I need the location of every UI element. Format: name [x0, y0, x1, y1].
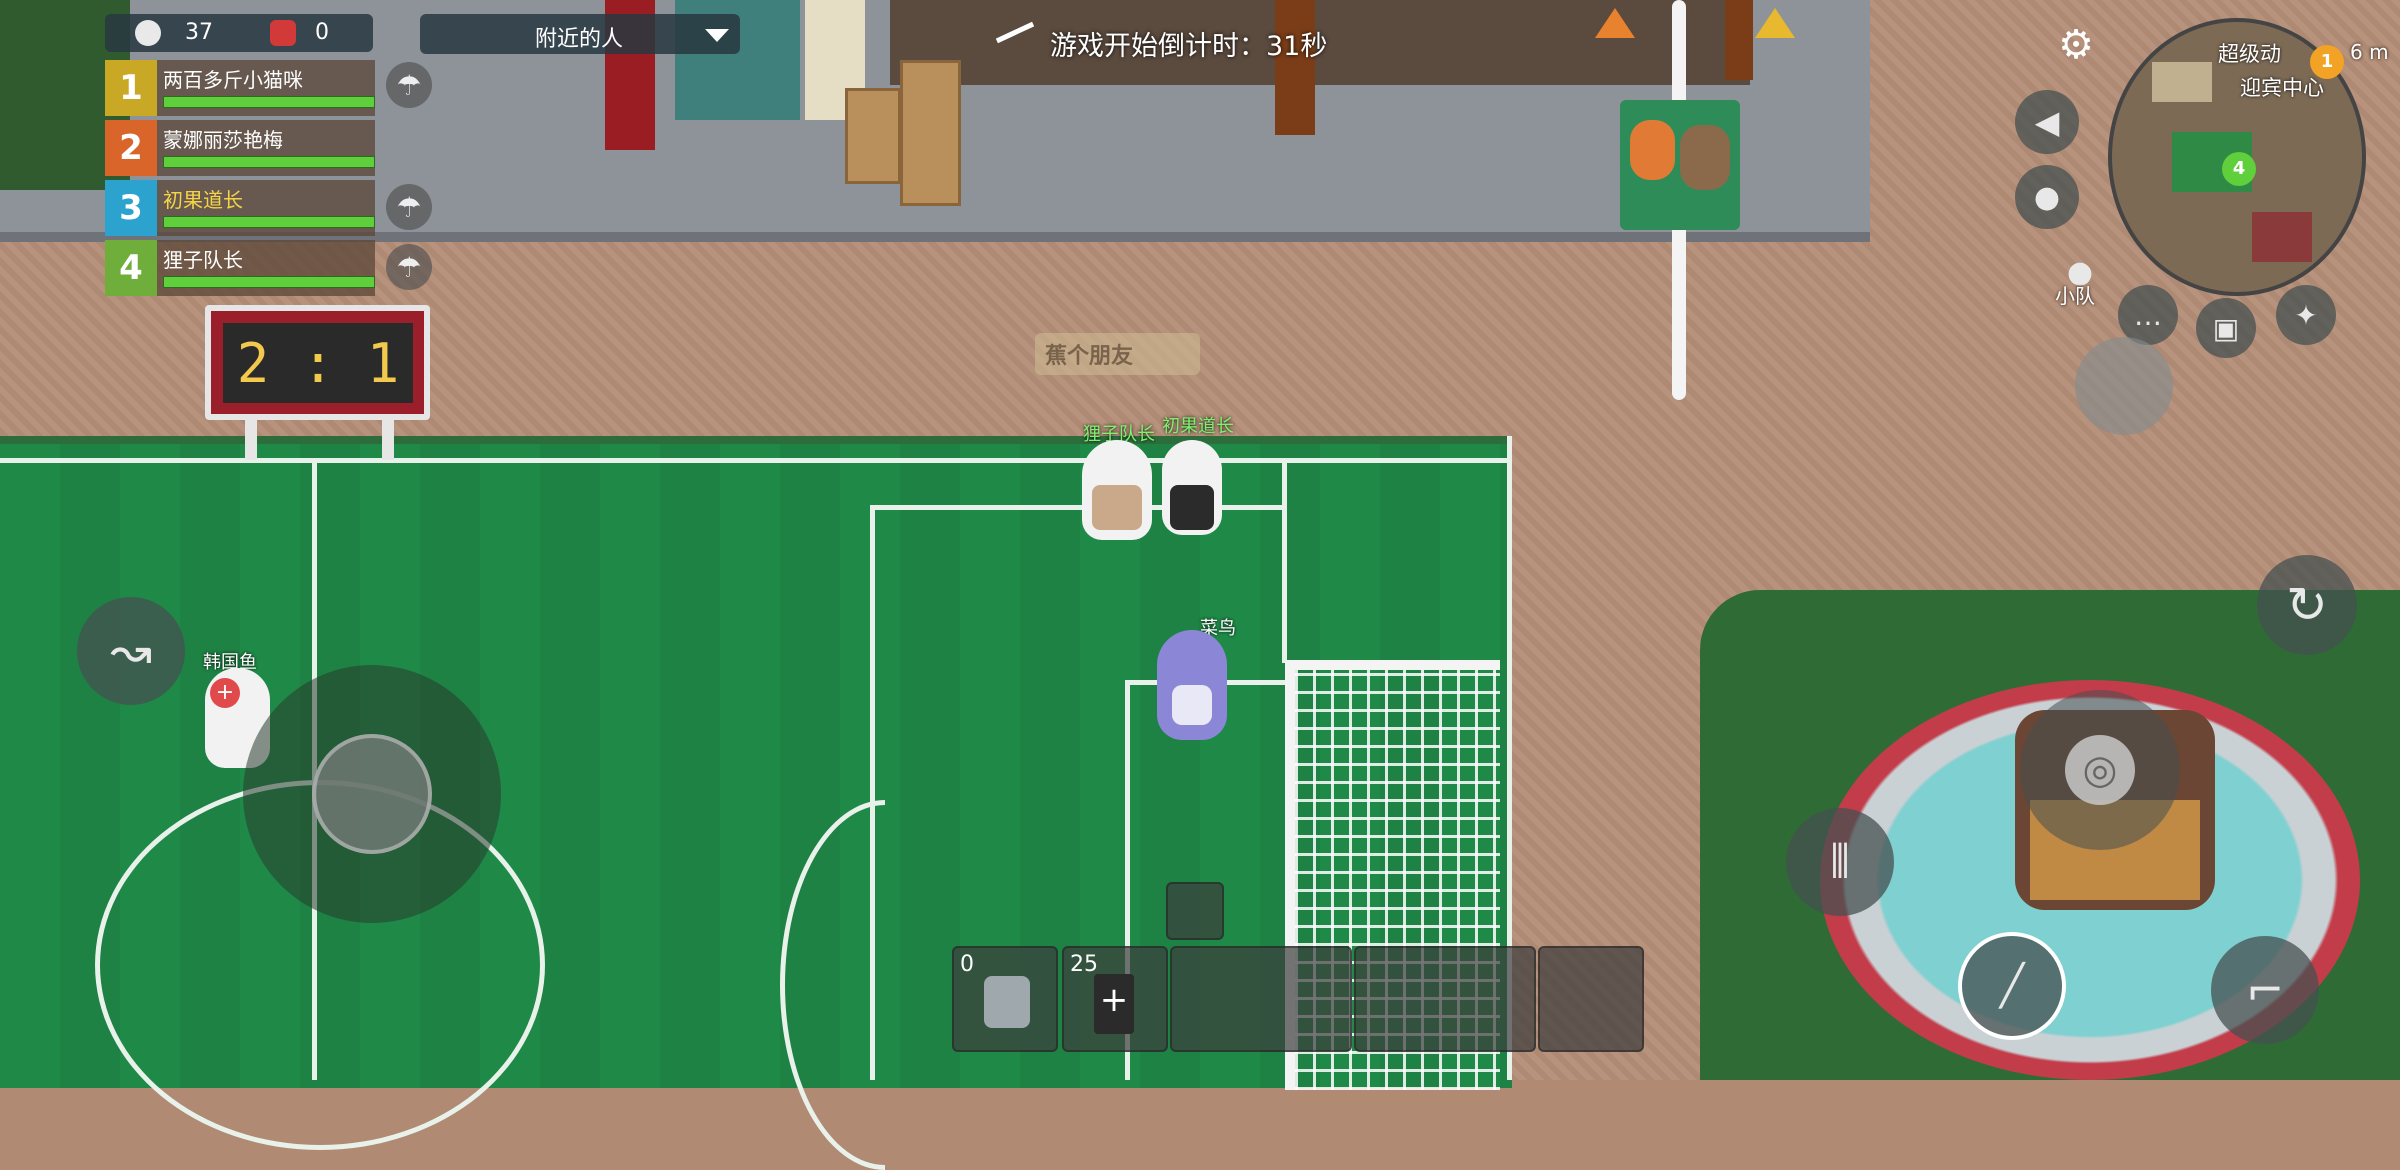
emote-button[interactable]: ✦ [2276, 285, 2336, 345]
health-bar [163, 216, 375, 228]
chat-button[interactable]: … [2118, 285, 2178, 345]
minimap-label: 超级动 [2218, 42, 2281, 66]
ammo-button[interactable]: ⦀ [1786, 808, 1894, 916]
rank-name: 初果道长 [163, 188, 243, 212]
scoreboard: 2 : 1 [205, 305, 430, 420]
speaker-button[interactable]: ◀ [2015, 90, 2079, 154]
umbrella-icon[interactable]: ☂ [386, 184, 432, 230]
skewer-icon: ╱ [1999, 963, 2025, 1009]
microphone-icon: ● [2033, 179, 2061, 215]
penalty-box-line [870, 505, 1285, 510]
item-count: 25 [1070, 952, 1098, 977]
health-bar [163, 156, 375, 168]
umbrella-icon[interactable]: ☂ [386, 244, 432, 290]
movement-joystick[interactable] [243, 665, 501, 923]
microphone-button[interactable]: ● [2015, 165, 2079, 229]
team-label: 小队 [2055, 284, 2095, 308]
crate [900, 60, 961, 206]
reload-button[interactable]: ↻ [2257, 555, 2357, 655]
item-slot-empty[interactable] [1538, 946, 1644, 1052]
rank-number: 2 [105, 120, 157, 176]
health-bar [163, 276, 375, 288]
chat-bubble-icon: … [2134, 298, 2162, 332]
minimap-team-badge: 4 [2222, 152, 2256, 186]
character-dress [1170, 485, 1214, 530]
health-bar [163, 96, 375, 108]
stats-bar: 37 0 [105, 14, 373, 52]
scoreboard-leg [382, 420, 394, 460]
character-shirt [1172, 685, 1212, 725]
ammo-icon: ⦀ [1829, 834, 1851, 888]
countdown-text: 游戏开始倒计时：31秒 [1050, 31, 1328, 62]
rank-name: 狸子队长 [163, 248, 243, 272]
bandage-icon [984, 976, 1030, 1028]
item-slot[interactable]: 0 [952, 946, 1058, 1052]
distance-text: 6 m [2350, 40, 2389, 64]
rank-number: 3 [105, 180, 157, 236]
gear-icon: ⚙ [2058, 22, 2094, 68]
item-slot-empty[interactable] [1170, 946, 1352, 1052]
refresh-icon: ↻ [2286, 576, 2328, 634]
score-text: 2 : 1 [223, 323, 413, 403]
rank-number: 4 [105, 240, 157, 296]
ranking-row[interactable]: 4 狸子队长 [105, 240, 375, 296]
skewer-button[interactable]: ╱ [1958, 932, 2066, 1040]
ranking-row[interactable]: 3 初果道长 [105, 180, 375, 236]
drink-icon: + [1094, 974, 1134, 1034]
backpack-icon: ▣ [2212, 311, 2240, 345]
minimap-label: 迎宾中心 [2240, 76, 2324, 100]
cat-character[interactable] [1162, 440, 1222, 535]
joystick-knob[interactable] [312, 734, 432, 854]
rank-name: 两百多斤小猫咪 [163, 68, 303, 92]
weapon-button[interactable]: ⌐ [2211, 936, 2319, 1044]
cat-icon: ✦ [2294, 298, 2318, 332]
character-name: 初果道长 [1162, 416, 1234, 437]
item-count: 0 [960, 952, 974, 977]
cat-character[interactable] [1082, 440, 1152, 540]
wooden-post [1275, 0, 1315, 135]
dash-button[interactable]: ↝ [77, 597, 185, 705]
minimap-building [2252, 212, 2312, 262]
minimap-badge: 1 [2310, 45, 2344, 79]
backpack-button[interactable]: ▣ [2196, 298, 2256, 358]
settings-button[interactable]: ⚙ [2045, 14, 2107, 76]
nearby-dropdown-label: 附近的人 [535, 27, 624, 52]
extra-slot[interactable] [1166, 882, 1224, 940]
plaza-sign: 蕉个朋友 [1035, 333, 1200, 375]
rank-number: 1 [105, 60, 157, 116]
ranking-row[interactable]: 1 两百多斤小猫咪 [105, 60, 375, 116]
wolf-character[interactable] [1157, 630, 1227, 740]
poster [1620, 100, 1740, 230]
pistol-icon: ⌐ [2245, 963, 2285, 1017]
speaker-icon: ◀ [2034, 103, 2060, 141]
kill-count: 0 [315, 20, 329, 45]
scoreboard-leg [245, 420, 257, 460]
skull-icon [270, 20, 296, 46]
plaza-sign-text: 蕉个朋友 [1045, 344, 1134, 369]
crate [845, 88, 901, 184]
dash-icon: ↝ [110, 622, 152, 680]
wooden-post [1725, 0, 1753, 80]
nearby-dropdown[interactable]: 附近的人 [420, 14, 740, 54]
medic-badge-icon: + [210, 678, 240, 708]
bear-illustration [1680, 125, 1730, 190]
penalty-box-line [1282, 463, 1287, 663]
character-coat [1092, 485, 1142, 530]
player-count: 37 [185, 20, 213, 45]
umbrella-icon[interactable]: ☂ [386, 62, 432, 108]
item-slot-empty[interactable] [1354, 946, 1536, 1052]
ranking-row[interactable]: 2 蒙娜丽莎艳梅 [105, 120, 375, 176]
rank-name: 蒙娜丽莎艳梅 [163, 128, 283, 152]
crosshair-icon: ◎ [2065, 735, 2135, 805]
minimap-building [2152, 62, 2212, 102]
interact-button[interactable] [2075, 337, 2173, 435]
chevron-down-icon [705, 29, 729, 42]
item-slot[interactable]: 25 + [1062, 946, 1168, 1052]
players-icon [135, 20, 161, 46]
aim-button[interactable]: ◎ [2020, 690, 2180, 850]
fox-illustration [1630, 120, 1675, 180]
